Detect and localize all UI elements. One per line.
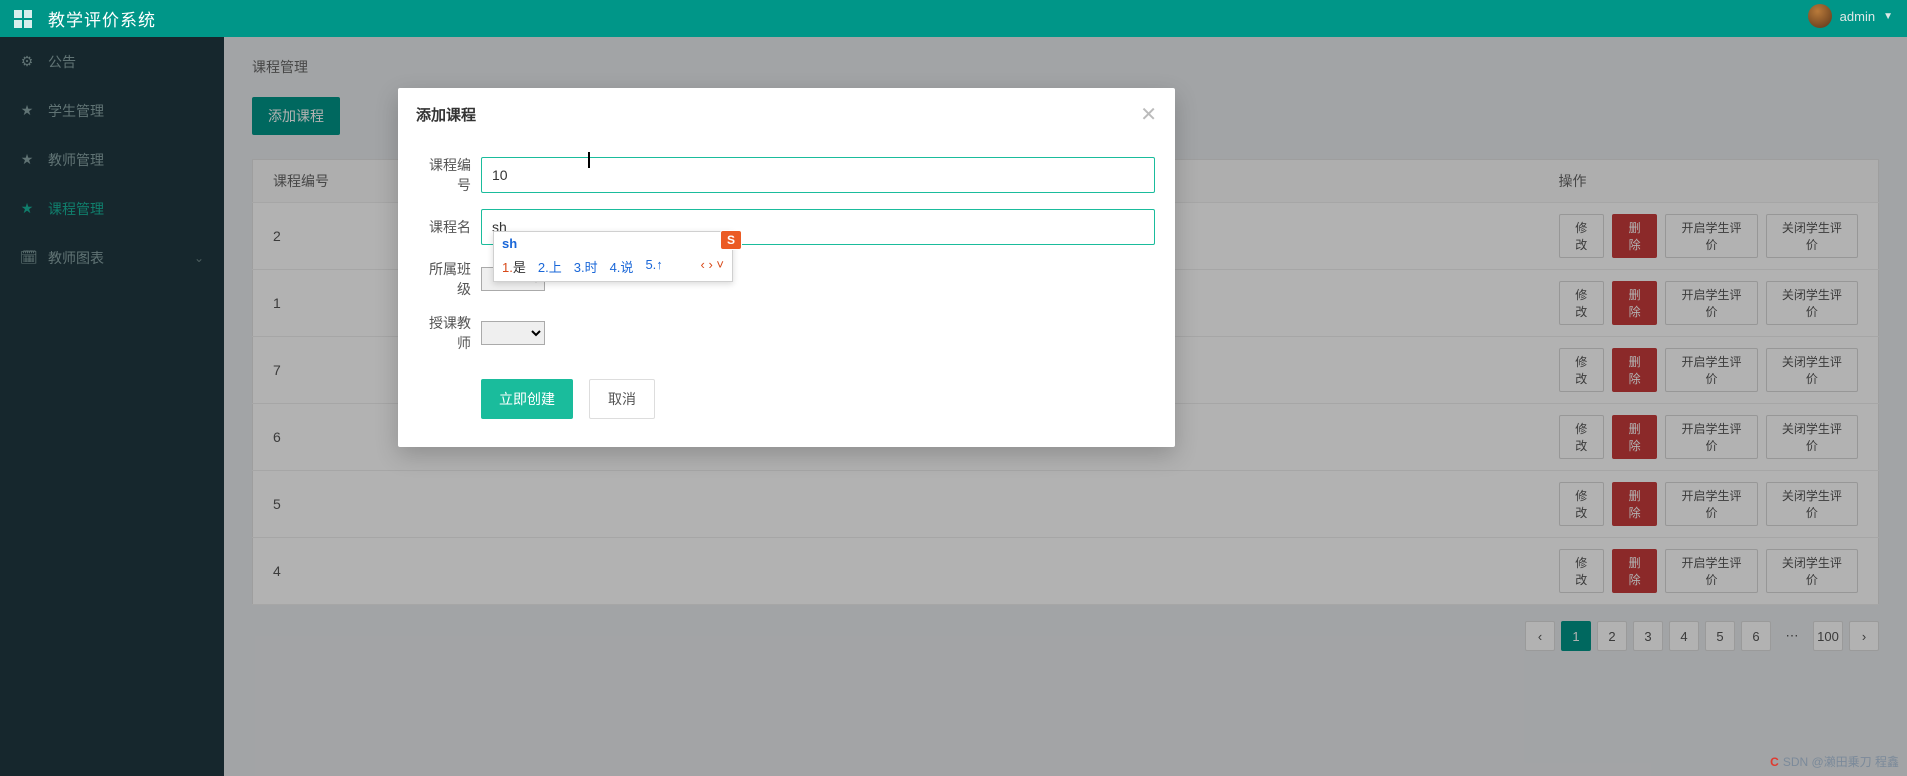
select-teacher[interactable] <box>481 321 545 345</box>
input-course-no[interactable] <box>481 157 1155 193</box>
ime-cand-1[interactable]: 1.是 <box>502 257 526 276</box>
ime-cand-2[interactable]: 2.上 <box>538 257 562 276</box>
csdn-icon: C <box>1770 755 1779 769</box>
text-cursor-icon <box>589 152 590 170</box>
modal-title: 添加课程 <box>416 104 476 125</box>
watermark-text: SDN @濑田乗刀 程鑫 <box>1783 753 1899 770</box>
ime-cand-4[interactable]: 4.说 <box>610 257 634 276</box>
ime-candidates: 1.是 2.上 3.时 4.说 5.↑ ‹ › ˅ <box>494 255 732 281</box>
ime-cand-5[interactable]: 5.↑ <box>645 257 662 276</box>
app-title: 教学评价系统 <box>48 6 156 31</box>
avatar <box>1808 4 1832 28</box>
ime-typed: sh <box>494 232 732 255</box>
label-teacher: 授课教师 <box>418 313 481 353</box>
close-icon[interactable]: ✕ <box>1140 102 1157 127</box>
ime-nav[interactable]: ‹ › ˅ <box>701 257 724 276</box>
create-button[interactable]: 立即创建 <box>481 379 573 419</box>
user-name: admin <box>1840 9 1875 24</box>
ime-cand-3[interactable]: 3.时 <box>574 257 598 276</box>
row-course-no: 课程编号 <box>398 155 1175 195</box>
watermark: C SDN @濑田乗刀 程鑫 <box>1770 753 1899 770</box>
label-class: 所属班级 <box>418 259 481 299</box>
modal-actions: 立即创建 取消 <box>398 379 1175 419</box>
ime-popup[interactable]: S sh 1.是 2.上 3.时 4.说 5.↑ ‹ › ˅ <box>493 231 733 282</box>
sogou-icon: S <box>720 230 742 250</box>
apps-icon[interactable] <box>14 10 32 28</box>
modal-header: 添加课程 ✕ <box>398 102 1175 141</box>
app-header: 教学评价系统 admin ▼ <box>0 0 1907 37</box>
cancel-button[interactable]: 取消 <box>589 379 655 419</box>
row-teacher: 授课教师 <box>398 313 1175 353</box>
label-course-name: 课程名 <box>418 217 481 237</box>
label-course-no: 课程编号 <box>418 155 481 195</box>
user-menu[interactable]: admin ▼ <box>1808 4 1893 28</box>
caret-down-icon: ▼ <box>1883 11 1893 22</box>
